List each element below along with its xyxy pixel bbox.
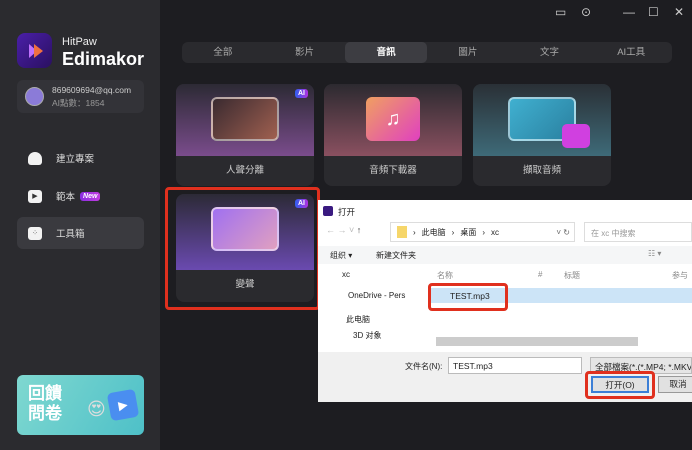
breadcrumb-item[interactable]: 桌面 <box>460 227 476 238</box>
music-note-icon: ♫ <box>366 97 420 141</box>
waveform-icon <box>562 124 590 148</box>
template-icon: ▶ <box>28 189 42 203</box>
account-email: 869609694@qq.com <box>52 85 132 95</box>
column-headers: 名称 # 标题 参与 <box>424 267 692 283</box>
brand-top: HitPaw <box>62 36 97 48</box>
home-icon <box>28 151 42 165</box>
avatar <box>25 87 44 106</box>
column-contributor[interactable]: 参与 <box>672 270 688 281</box>
back-forward-icon[interactable]: ← → ˅ ↑ <box>326 225 361 235</box>
tab-image[interactable]: 圖片 <box>427 42 509 63</box>
tab-audio[interactable]: 音訊 <box>345 42 428 63</box>
breadcrumb-item[interactable]: 此电脑 <box>422 227 446 238</box>
new-folder-button[interactable]: 新建文件夹 <box>376 250 416 261</box>
tab-text[interactable]: 文字 <box>509 42 591 63</box>
card-label: 變聲 <box>235 279 255 290</box>
horizontal-scrollbar[interactable] <box>436 337 638 346</box>
sidebar-item-toolbox[interactable]: ⁘ 工具箱 <box>17 217 144 249</box>
open-file-dialog: 打开 ← → ˅ ↑ › 此电脑 › 桌面 › xc ˅ ↻ 在 xc 中搜索 组织… <box>318 200 692 402</box>
nav-item-xc[interactable]: xc <box>342 270 350 279</box>
minimize-button[interactable]: — <box>623 5 635 19</box>
filename-label: 文件名(N): <box>405 362 443 371</box>
emoji-icon: 😍 <box>87 399 106 419</box>
feedback-banner[interactable]: 回饋問卷 😍 ▶ <box>17 375 144 435</box>
settings-icon[interactable]: ⊙ <box>581 5 591 19</box>
card-label: 人聲分離 <box>225 165 264 176</box>
breadcrumb-item[interactable]: xc <box>491 228 499 237</box>
folder-icon <box>397 226 407 238</box>
dialog-footer: 文件名(N): TEST.mp3 全部檔案(*.(*.MP4; *.MKV; 打… <box>318 352 692 402</box>
banner-text: 回饋問卷 <box>28 384 62 423</box>
sidebar-item-label: 範本 <box>56 192 76 203</box>
tool-card-vocal-remover[interactable]: AI 人聲分離 <box>176 84 314 186</box>
dialog-toolbar: 组织 ▾ 新建文件夹 ☷ ▾ <box>318 246 692 264</box>
toolbox-icon: ⁘ <box>28 226 42 240</box>
sidebar-item-label: 建立專案 <box>56 154 95 165</box>
filename-input[interactable]: TEST.mp3 <box>448 357 582 374</box>
ai-points: AI點數：1854 <box>52 98 105 108</box>
column-title[interactable]: 标题 <box>564 270 580 281</box>
column-number[interactable]: # <box>538 270 542 279</box>
nav-item-3d-objects[interactable]: 3D 对象 <box>353 330 381 341</box>
column-name[interactable]: 名称 <box>437 270 453 281</box>
highlight-box <box>428 283 508 311</box>
search-input[interactable]: 在 xc 中搜索 <box>584 222 692 242</box>
nav-item-onedrive[interactable]: OneDrive - Pers <box>348 291 405 300</box>
address-bar[interactable]: › 此电脑 › 桌面 › xc ˅ ↻ <box>390 222 575 242</box>
app-logo <box>17 33 52 68</box>
app-icon <box>323 206 333 216</box>
sidebar: HitPaw Edimakor 869609694@qq.com AI點數：18… <box>0 0 160 450</box>
tool-card-audio-downloader[interactable]: ♫ 音頻下載器 <box>324 84 462 186</box>
navigation-pane: xc OneDrive - Pers 此电脑 3D 对象 <box>318 264 424 352</box>
tool-card-extract-audio[interactable]: 擷取音頻 <box>473 84 611 186</box>
feedback-icon[interactable]: ▭ <box>555 5 566 19</box>
view-options-icon[interactable]: ☷ ▾ <box>648 249 661 258</box>
organize-button[interactable]: 组织 ▾ <box>330 250 352 261</box>
tab-ai-tools[interactable]: AI工具 <box>590 42 672 63</box>
sidebar-item-templates[interactable]: ▶ 範本 New <box>17 180 144 212</box>
highlight-box <box>585 371 655 399</box>
sidebar-item-create-project[interactable]: 建立專案 <box>17 142 144 174</box>
tab-video[interactable]: 影片 <box>264 42 346 63</box>
account-panel[interactable]: 869609694@qq.com AI點數：1854 <box>17 80 144 113</box>
tab-all[interactable]: 全部 <box>182 42 264 63</box>
ai-badge: AI <box>295 89 308 98</box>
tool-card-voice-changer[interactable]: AI 變聲 <box>176 194 314 302</box>
card-label: 擷取音頻 <box>522 165 561 176</box>
dialog-title: 打开 <box>338 207 356 217</box>
close-button[interactable]: ✕ <box>674 5 684 19</box>
maximize-button[interactable]: ☐ <box>648 5 659 19</box>
ai-badge: AI <box>295 199 308 208</box>
brand-name: Edimakor <box>62 49 145 69</box>
cancel-button[interactable]: 取消 <box>658 376 692 393</box>
sidebar-item-label: 工具箱 <box>56 229 85 240</box>
nav-item-this-pc[interactable]: 此电脑 <box>346 314 370 325</box>
play-icon: ▶ <box>106 388 140 422</box>
new-badge: New <box>80 191 101 201</box>
card-label: 音頻下載器 <box>369 165 417 176</box>
category-tabs: 全部 影片 音訊 圖片 文字 AI工具 <box>182 42 672 63</box>
